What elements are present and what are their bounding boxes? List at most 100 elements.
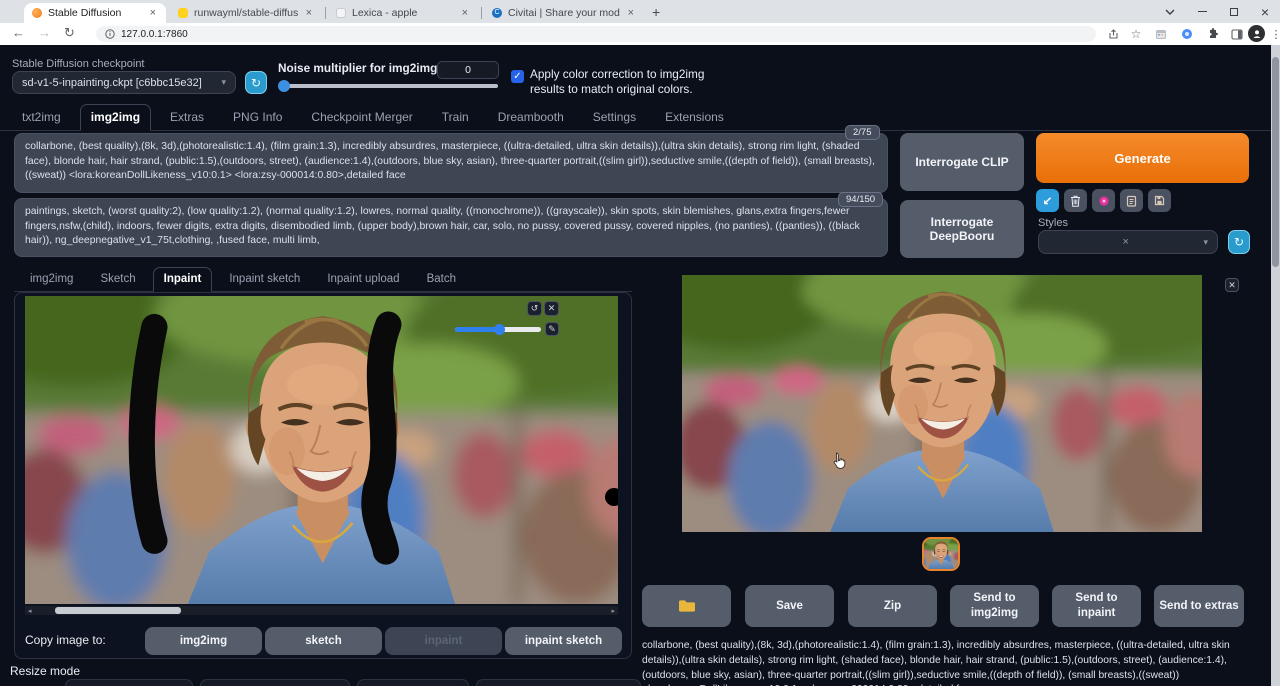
extension-blue-dot-icon[interactable]	[1178, 26, 1196, 42]
tab-close-icon[interactable]: ×	[304, 7, 314, 19]
subtab-sketch[interactable]: Sketch	[90, 268, 145, 291]
tab-dreambooth[interactable]: Dreambooth	[488, 105, 574, 130]
scroll-right-arrow-icon[interactable]: ▸	[611, 607, 615, 615]
tab-title: runwayml/stable-diffusion-inpa	[194, 7, 298, 19]
tab-txt2img[interactable]: txt2img	[12, 105, 71, 130]
brush-tool-icon[interactable]: ✎	[545, 322, 559, 336]
interrogate-clip-button[interactable]: Interrogate CLIP	[900, 133, 1024, 191]
resize-mode-option[interactable]	[357, 679, 469, 686]
styles-dropdown[interactable]: × ▾	[1038, 230, 1218, 254]
tab-extensions[interactable]: Extensions	[655, 105, 734, 130]
checkpoint-refresh-button[interactable]: ↻	[245, 71, 267, 94]
browser-tab-lexica[interactable]: Lexica - apple ×	[328, 3, 478, 23]
scroll-left-arrow-icon[interactable]: ◂	[28, 607, 32, 615]
page-scrollbar-thumb[interactable]	[1272, 57, 1279, 267]
subtab-inpaint[interactable]: Inpaint	[152, 267, 213, 292]
result-image[interactable]	[682, 275, 1202, 532]
clear-styles-icon[interactable]: ×	[1123, 236, 1129, 248]
clear-prompt-trash-icon[interactable]	[1064, 189, 1087, 212]
browser-profile-avatar[interactable]	[1248, 25, 1265, 42]
site-info-icon[interactable]	[105, 29, 115, 39]
tab-settings[interactable]: Settings	[583, 105, 646, 130]
save-style-icon[interactable]	[1148, 189, 1171, 212]
tab-checkpoint-merger[interactable]: Checkpoint Merger	[301, 105, 422, 130]
window-minimize-button[interactable]	[1187, 0, 1217, 23]
paste-params-icon[interactable]: ↙	[1036, 189, 1059, 212]
resize-mode-option[interactable]	[200, 679, 350, 686]
main-tab-bar: txt2img img2img Extras PNG Info Checkpoi…	[0, 104, 1271, 131]
canvas-clear-icon[interactable]: ✕	[544, 301, 559, 316]
tab-train[interactable]: Train	[432, 105, 479, 130]
subtab-inpaint-upload[interactable]: Inpaint upload	[317, 268, 409, 291]
copy-to-img2img-button[interactable]: img2img	[145, 627, 262, 655]
tab-title: Stable Diffusion	[48, 7, 122, 19]
application-window: Stable Diffusion × runwayml/stable-diffu…	[0, 0, 1280, 686]
bookmark-star-icon[interactable]: ☆	[1127, 26, 1145, 42]
tab-img2img[interactable]: img2img	[79, 104, 152, 131]
noise-slider-handle[interactable]	[278, 80, 290, 92]
back-icon[interactable]: ←	[12, 25, 25, 40]
chevron-down-icon: ▾	[221, 77, 226, 87]
open-folder-button[interactable]	[642, 585, 731, 627]
canvas-undo-icon[interactable]: ↺	[527, 301, 542, 316]
browser-menu-dots-icon[interactable]: ⋮	[1267, 26, 1280, 42]
resize-mode-option[interactable]	[476, 679, 641, 686]
interrogate-deepbooru-button[interactable]: Interrogate DeepBooru	[900, 200, 1024, 258]
checkpoint-label: Stable Diffusion checkpoint	[12, 58, 145, 70]
send-to-img2img-button[interactable]: Send to img2img	[950, 585, 1039, 627]
canvas-scrollbar-thumb[interactable]	[55, 607, 181, 614]
reload-icon[interactable]: ↻	[64, 25, 75, 41]
browser-tab-civitai[interactable]: C Civitai | Share your models ×	[484, 3, 644, 23]
apply-style-icon[interactable]	[1120, 189, 1143, 212]
resize-mode-option[interactable]	[65, 679, 193, 686]
copy-to-inpaint-button[interactable]: inpaint	[385, 627, 502, 655]
address-bar[interactable]: 127.0.0.1:7860	[96, 26, 1096, 42]
tab-close-icon[interactable]: ×	[626, 7, 636, 19]
negative-prompt-token-counter: 94/150	[838, 192, 884, 207]
noise-multiplier-slider[interactable]	[280, 84, 498, 88]
browser-toolbar: ← → ↻ 127.0.0.1:7860 ☆ ⋮	[0, 23, 1280, 45]
zip-button[interactable]: Zip	[848, 585, 937, 627]
checkpoint-dropdown[interactable]: sd-v1-5-inpainting.ckpt [c6bbc15e32] ▾	[12, 71, 236, 94]
window-close-button[interactable]: ×	[1250, 0, 1280, 23]
copy-to-sketch-button[interactable]: sketch	[265, 627, 382, 655]
tab-title: Lexica - apple	[352, 7, 418, 19]
forward-icon[interactable]: →	[38, 25, 51, 40]
send-to-extras-button[interactable]: Send to extras	[1154, 585, 1244, 627]
brush-size-handle[interactable]	[494, 324, 505, 335]
window-maximize-button[interactable]	[1219, 0, 1249, 23]
save-button[interactable]: Save	[745, 585, 834, 627]
subtab-inpaint-sketch[interactable]: Inpaint sketch	[219, 268, 310, 291]
window-menu-chevron-icon[interactable]	[1155, 0, 1185, 23]
noise-multiplier-value[interactable]: 0	[437, 61, 499, 79]
tab-separator	[325, 7, 326, 19]
folder-icon	[678, 600, 695, 612]
browser-tab-runwayml[interactable]: runwayml/stable-diffusion-inpa ×	[170, 3, 322, 23]
tab-close-icon[interactable]: ×	[148, 7, 158, 19]
brush-cursor-preview	[605, 488, 618, 506]
gallery-close-icon[interactable]: ✕	[1225, 278, 1239, 292]
styles-refresh-button[interactable]: ↻	[1228, 230, 1250, 254]
canvas-horizontal-scrollbar[interactable]: ◂ ▸	[25, 606, 618, 615]
extra-networks-icon[interactable]	[1092, 189, 1115, 212]
inpaint-canvas[interactable]	[25, 296, 618, 604]
subtab-batch[interactable]: Batch	[417, 268, 466, 291]
subtab-img2img[interactable]: img2img	[20, 268, 83, 291]
tab-close-icon[interactable]: ×	[460, 7, 470, 19]
copy-to-inpaint-sketch-button[interactable]: inpaint sketch	[505, 627, 622, 655]
gallery-thumbnail-selected[interactable]	[922, 537, 960, 571]
extensions-puzzle-icon[interactable]	[1203, 26, 1221, 42]
negative-prompt-textarea[interactable]: paintings, sketch, (worst quality:2), (l…	[14, 198, 888, 257]
page-scrollbar[interactable]	[1271, 45, 1280, 686]
extension-grid-icon[interactable]	[1152, 26, 1170, 42]
color-correction-checkbox[interactable]: ✓	[511, 70, 524, 83]
send-to-inpaint-button[interactable]: Send to inpaint	[1052, 585, 1141, 627]
new-tab-button[interactable]: +	[652, 4, 660, 20]
share-icon[interactable]	[1104, 26, 1122, 42]
side-panel-icon[interactable]	[1228, 26, 1246, 42]
prompt-textarea[interactable]: collarbone, (best quality),(8k, 3d),(pho…	[14, 133, 888, 193]
tab-extras[interactable]: Extras	[160, 105, 214, 130]
generate-button[interactable]: Generate	[1036, 133, 1249, 183]
tab-png-info[interactable]: PNG Info	[223, 105, 292, 130]
browser-tab-stable-diffusion[interactable]: Stable Diffusion ×	[24, 3, 166, 23]
